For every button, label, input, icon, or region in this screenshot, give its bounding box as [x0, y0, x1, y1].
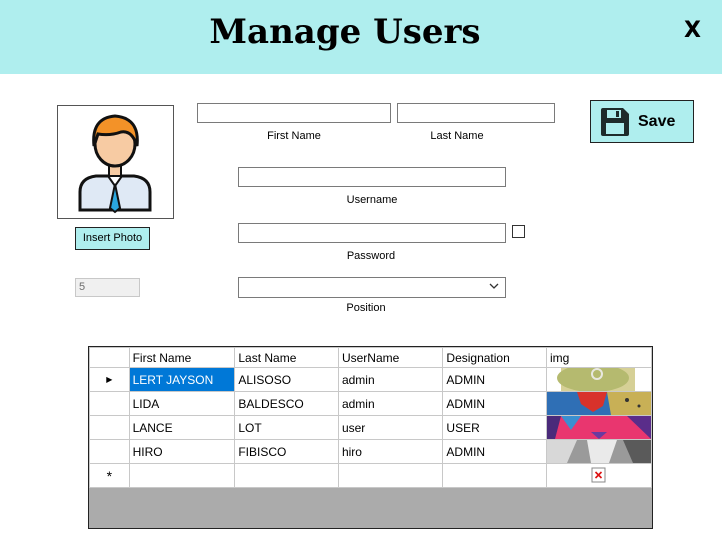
show-password-checkbox[interactable] — [512, 225, 525, 238]
column-header-last-name[interactable]: Last Name — [234, 347, 339, 368]
table-row[interactable]: LANCE LOT user USER — [89, 415, 652, 440]
header-bar: Manage Users X — [0, 0, 722, 74]
password-label: Password — [346, 250, 396, 262]
cell-last-name[interactable]: BALDESCO — [234, 391, 339, 416]
user-thumbnail-image — [547, 368, 651, 391]
column-header-img[interactable]: img — [545, 347, 652, 368]
cell-last-name[interactable] — [234, 463, 339, 488]
cell-username[interactable]: admin — [337, 391, 444, 416]
grid-corner — [89, 347, 130, 368]
user-avatar-icon — [78, 114, 152, 214]
user-photo — [57, 105, 174, 219]
column-header-designation[interactable]: Designation — [442, 347, 547, 368]
row-header — [89, 391, 130, 416]
row-header — [89, 439, 130, 464]
cell-first-name[interactable]: HIRO — [128, 439, 236, 464]
cell-username[interactable]: hiro — [337, 439, 444, 464]
cell-first-name[interactable] — [128, 463, 236, 488]
cell-designation[interactable] — [442, 463, 547, 488]
cell-img[interactable] — [545, 463, 652, 488]
floppy-disk-icon — [601, 108, 629, 136]
user-id-field: 5 — [75, 278, 140, 297]
cell-designation[interactable]: ADMIN — [442, 391, 547, 416]
new-table-row[interactable]: * — [89, 463, 652, 488]
save-button[interactable]: Save — [590, 100, 694, 143]
cell-img[interactable] — [545, 415, 652, 440]
table-row[interactable]: HIRO FIBISCO hiro ADMIN — [89, 439, 652, 464]
table-row[interactable]: ▶ LERT JAYSON ALISOSO admin ADMIN — [89, 367, 652, 392]
cell-first-name[interactable]: LANCE — [128, 415, 236, 440]
cell-designation[interactable]: ADMIN — [442, 367, 547, 392]
cell-username[interactable]: admin — [337, 367, 444, 392]
username-input[interactable] — [238, 167, 506, 187]
cell-img[interactable] — [545, 439, 652, 464]
new-row-indicator: * — [89, 463, 130, 488]
last-name-label: Last Name — [430, 130, 484, 142]
insert-photo-button[interactable]: Insert Photo — [75, 227, 150, 250]
column-header-first-name[interactable]: First Name — [128, 347, 236, 368]
cell-last-name[interactable]: ALISOSO — [234, 367, 339, 392]
cell-username[interactable] — [337, 463, 444, 488]
first-name-input[interactable] — [197, 103, 391, 123]
cell-username[interactable]: user — [337, 415, 444, 440]
last-name-input[interactable] — [397, 103, 555, 123]
cell-last-name[interactable]: FIBISCO — [234, 439, 339, 464]
chevron-down-icon — [489, 283, 499, 289]
password-input[interactable] — [238, 223, 506, 243]
current-row-indicator: ▶ — [89, 367, 130, 392]
page-title: Manage Users — [209, 12, 481, 52]
position-label: Position — [346, 302, 386, 314]
user-thumbnail-image — [547, 440, 651, 463]
save-label: Save — [638, 113, 676, 130]
cell-img[interactable] — [545, 367, 652, 392]
cell-img[interactable] — [545, 391, 652, 416]
position-select[interactable] — [238, 277, 506, 298]
cell-first-name[interactable]: LERT JAYSON — [128, 367, 236, 392]
cell-designation[interactable]: ADMIN — [442, 439, 547, 464]
row-header — [89, 415, 130, 440]
table-row[interactable]: LIDA BALDESCO admin ADMIN — [89, 391, 652, 416]
cell-designation[interactable]: USER — [442, 415, 547, 440]
cell-last-name[interactable]: LOT — [234, 415, 339, 440]
user-thumbnail-image — [547, 392, 651, 415]
broken-image-icon — [591, 467, 606, 483]
cell-first-name[interactable]: LIDA — [128, 391, 236, 416]
column-header-username[interactable]: UserName — [337, 347, 444, 368]
users-grid[interactable]: First Name Last Name UserName Designatio… — [88, 346, 653, 529]
close-button[interactable]: X — [684, 18, 701, 43]
user-thumbnail-image — [547, 416, 651, 439]
username-label: Username — [346, 194, 398, 206]
first-name-label: First Name — [267, 130, 321, 142]
